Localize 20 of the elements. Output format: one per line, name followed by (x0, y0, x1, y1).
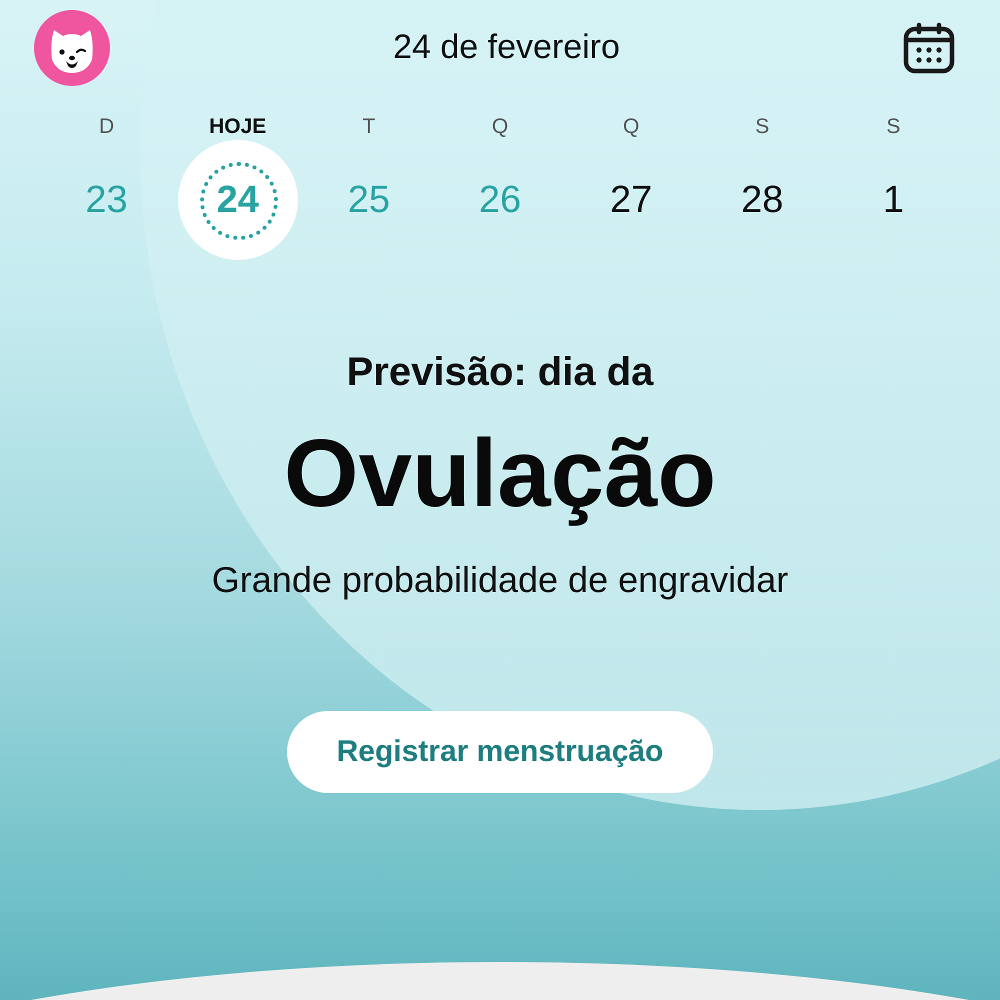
calendar-icon[interactable] (903, 22, 955, 74)
weekday-label: HOJE (209, 114, 266, 140)
day-item[interactable]: 23 (46, 140, 167, 260)
day-item[interactable]: 27 (571, 140, 692, 260)
day-item[interactable]: 26 (440, 140, 560, 260)
prediction-label: Previsão: dia da (346, 350, 654, 395)
day-item[interactable]: 1 (833, 140, 954, 260)
date-title: 24 de fevereiro (393, 28, 620, 67)
weekday-label: S (886, 114, 900, 140)
weekday-label: S (755, 114, 770, 140)
weekday-label: D (98, 114, 114, 140)
weekday-label: Q (492, 114, 508, 140)
day-item[interactable]: 25 (308, 140, 429, 260)
log-period-button[interactable]: Registrar menstruação (287, 711, 713, 793)
phase-description: Grande probabilidade de engravidar (212, 559, 788, 601)
dog-avatar-icon[interactable] (34, 10, 110, 86)
phase-title: Ovulação (284, 419, 716, 529)
day-item[interactable]: 28 (702, 140, 822, 260)
weekday-label: Q (622, 114, 640, 140)
weekday-label: T (362, 114, 376, 140)
